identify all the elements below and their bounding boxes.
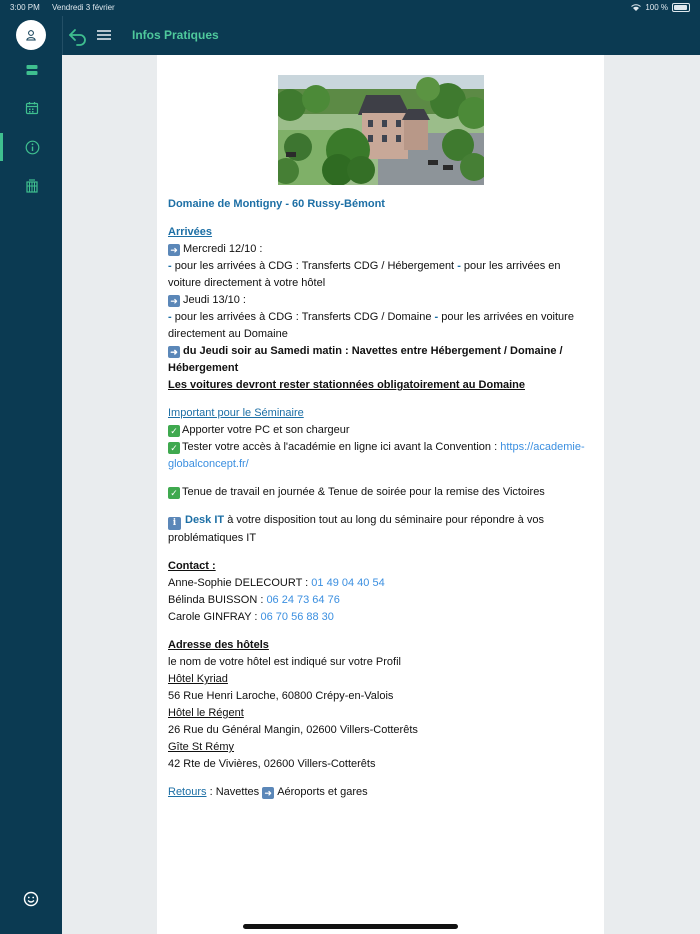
arrival-day-2-label: Jeudi 13/10 : [183, 294, 246, 306]
wifi-icon [631, 4, 642, 11]
sidebar-item-layers[interactable] [21, 59, 43, 81]
status-bar: 3:00 PM Vendredi 3 février 100 % [0, 0, 700, 16]
arrival-day-2: ➜ Jeudi 13/10 : [168, 292, 593, 309]
venue-photo [278, 75, 484, 185]
calendar-icon [25, 102, 39, 115]
arrow-right-icon: ➜ [262, 787, 275, 799]
header: Infos Pratiques [62, 16, 700, 55]
hotels-intro: le nom de votre hôtel est indiqué sur vo… [168, 656, 401, 668]
battery-percent: 100 % [645, 3, 668, 12]
shuttle-text: du Jeudi soir au Samedi matin : Navettes… [168, 345, 563, 374]
arrow-right-icon: ➜ [168, 295, 180, 307]
info-icon [25, 140, 39, 154]
seminar-item-2: ✓ Tester votre accès à l'académie en lign… [168, 439, 593, 473]
battery-icon [672, 3, 690, 12]
status-time: 3:00 PM [10, 3, 40, 12]
sidebar-item-calendar[interactable] [21, 97, 43, 119]
user-icon [26, 30, 36, 41]
seminar-item-1: ✓ Apporter votre PC et son chargeur [168, 422, 593, 439]
desk-it-info: i Desk IT à votre disposition tout au lon… [168, 512, 593, 547]
contact-phone-link[interactable]: 06 70 56 88 30 [261, 611, 334, 623]
arrival-day-1-label: Mercredi 12/10 : [183, 243, 263, 255]
hotel-icon [26, 179, 38, 193]
seminar-item-3-text: Tenue de travail en journée & Tenue de s… [182, 486, 545, 498]
returns-text-2: Aéroports et gares [277, 786, 368, 798]
seminar-link[interactable]: Important pour le Séminaire [168, 407, 304, 419]
returns-link[interactable]: Retours [168, 786, 207, 798]
parking-note: Les voitures devront rester stationnées … [168, 379, 525, 391]
seminar-item-2-text: Tester votre accès à l'académie en ligne… [182, 441, 498, 453]
seminar-item-3: ✓ Tenue de travail en journée & Tenue de … [168, 484, 593, 501]
desk-it-text: à votre disposition tout au long du sémi… [168, 514, 544, 544]
content-body: Domaine de Montigny - 60 Russy-Bémont Ar… [168, 196, 593, 801]
arrival-day-1-cdg: pour les arrivées à CDG : Transferts CDG… [174, 260, 455, 272]
hotel-address: 56 Rue Henri Laroche, 60800 Crépy-en-Val… [168, 690, 394, 702]
back-icon[interactable] [67, 25, 89, 47]
hotel-name: Hôtel le Régent [168, 707, 244, 719]
contact-title: Contact : [168, 560, 216, 572]
page-title: Infos Pratiques [132, 28, 219, 42]
home-indicator [243, 924, 458, 929]
status-date: Vendredi 3 février [52, 3, 115, 12]
contact-phone-link[interactable]: 01 49 04 40 54 [311, 577, 384, 589]
layers-icon [26, 65, 38, 75]
check-icon: ✓ [168, 442, 180, 454]
info-content-panel: Domaine de Montigny - 60 Russy-Bémont Ar… [157, 55, 604, 934]
active-marker [0, 133, 3, 161]
arrival-day-1-info: - pour les arrivées à CDG : Transferts C… [168, 260, 561, 289]
menu-icon[interactable] [95, 26, 113, 44]
smiley-icon[interactable] [22, 890, 40, 908]
check-icon: ✓ [168, 425, 180, 437]
hotel-address: 26 Rue du Général Mangin, 02600 Villers-… [168, 724, 418, 736]
returns-text-1: : Navettes [209, 786, 260, 798]
arrow-right-icon: ➜ [168, 346, 180, 358]
seminar-item-1-text: Apporter votre PC et son chargeur [182, 424, 350, 436]
contact-row: Bélinda BUISSON : 06 24 73 64 76 [168, 592, 593, 609]
arrival-day-1: ➜ Mercredi 12/10 : [168, 241, 593, 258]
check-icon: ✓ [168, 487, 180, 499]
contact-phone-link[interactable]: 06 24 73 64 76 [266, 594, 339, 606]
user-avatar-button[interactable] [16, 20, 46, 50]
arrivals-link[interactable]: Arrivées [168, 226, 212, 238]
contact-row: Carole GINFRAY : 06 70 56 88 30 [168, 609, 593, 626]
sidebar-item-hotel[interactable] [21, 175, 43, 197]
hotel-name: Gîte St Rémy [168, 741, 235, 753]
hotel-address: 42 Rte de Vivières, 02600 Villers-Cotter… [168, 758, 376, 770]
contact-name: Anne-Sophie DELECOURT : [168, 577, 309, 589]
arrival-day-2-cdg: pour les arrivées à CDG : Transferts CDG… [174, 311, 432, 323]
contact-name: Bélinda BUISSON : [168, 594, 264, 606]
hotels-title: Adresse des hôtels [168, 639, 269, 651]
contact-name: Carole GINFRAY : [168, 611, 258, 623]
arrival-day-2-info: - pour les arrivées à CDG : Transferts C… [168, 311, 574, 340]
arrow-right-icon: ➜ [168, 244, 180, 256]
returns-info: Retours : Navettes ➜ Aéroports et gares [168, 784, 593, 801]
venue-title: Domaine de Montigny - 60 Russy-Bémont [168, 198, 385, 210]
info-badge-icon: i [168, 517, 181, 530]
sidebar [0, 0, 62, 934]
shuttle-info: ➜ du Jeudi soir au Samedi matin : Navette… [168, 343, 593, 377]
hotel-name: Hôtel Kyriad [168, 673, 228, 685]
sidebar-item-info[interactable] [21, 136, 43, 158]
desk-it-label: Desk IT [185, 514, 225, 526]
status-right: 100 % [631, 3, 690, 12]
contact-row: Anne-Sophie DELECOURT : 01 49 04 40 54 [168, 575, 593, 592]
